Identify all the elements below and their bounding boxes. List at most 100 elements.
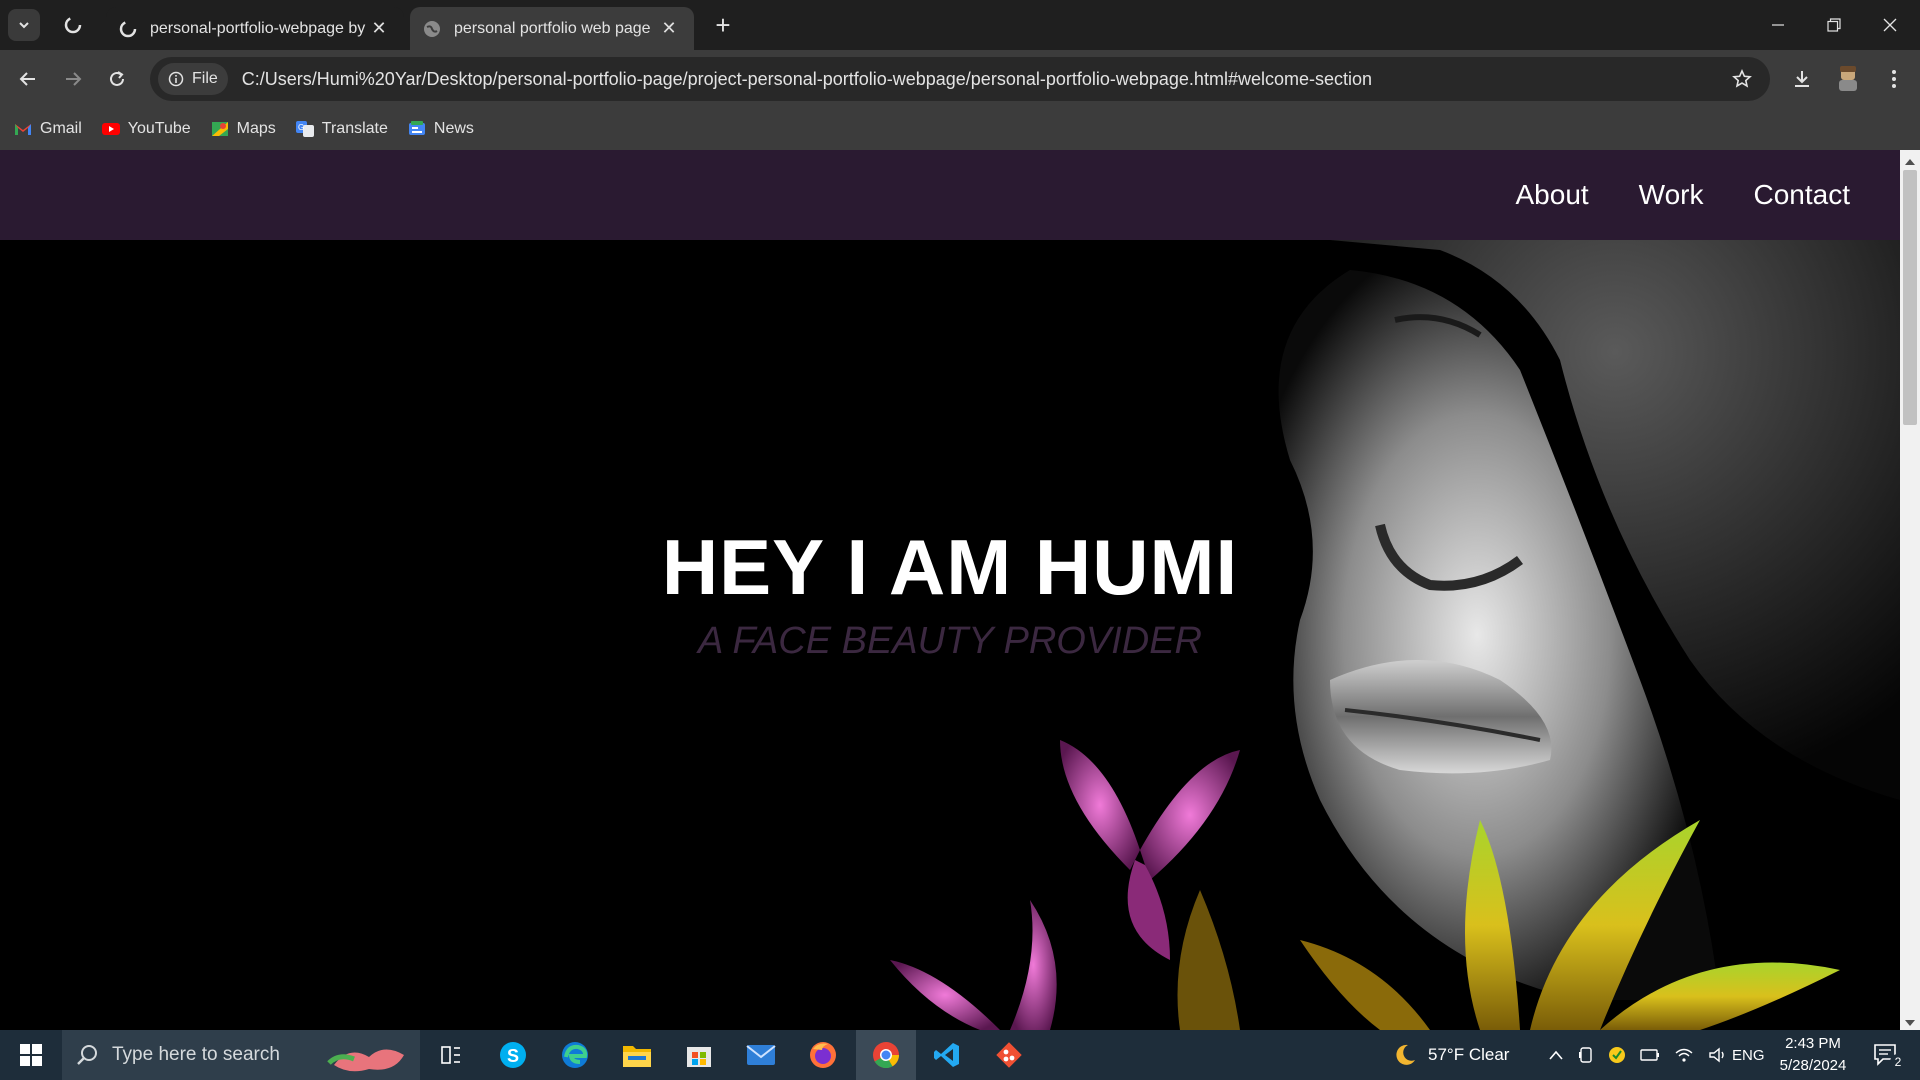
loading-favicon-icon	[119, 20, 137, 37]
tab-portfolio-webpage[interactable]: personal portfolio web page ✕	[410, 7, 694, 50]
reload-icon	[110, 71, 124, 86]
site-navbar: About Work Contact	[0, 150, 1900, 240]
hero-title: HEY I AM HUMI	[661, 523, 1239, 611]
tab-search-button[interactable]	[8, 9, 40, 41]
scroll-up-icon[interactable]	[1904, 154, 1916, 165]
url-text[interactable]: C:/Users/Humi%20Yar/Desktop/personal-por…	[242, 69, 1732, 90]
nav-link-about[interactable]: About	[1516, 179, 1589, 211]
clock[interactable]: 2:43 PM 5/28/2024	[1774, 1032, 1852, 1078]
close-window-button[interactable]	[1862, 0, 1918, 50]
bookmark-label: YouTube	[127, 120, 191, 137]
bookmark-maps[interactable]: Maps	[211, 120, 276, 138]
volume-icon[interactable]	[1708, 1047, 1728, 1063]
restore-button[interactable]	[1806, 0, 1862, 50]
taskbar-git-app[interactable]	[986, 1036, 1032, 1074]
task-view-icon	[441, 1046, 460, 1064]
gmail-icon	[15, 124, 31, 135]
norton-icon[interactable]	[1608, 1046, 1626, 1064]
weather-widget[interactable]: 57°F Clear	[1392, 1030, 1509, 1080]
profile-avatar[interactable]	[1836, 65, 1860, 91]
scrollbar-thumb[interactable]	[1903, 170, 1917, 425]
star-icon	[1732, 69, 1752, 88]
minimize-button[interactable]	[1750, 0, 1806, 50]
taskbar-firefox[interactable]	[800, 1036, 846, 1074]
bookmark-label: Maps	[236, 120, 276, 137]
battery-icon[interactable]	[1640, 1047, 1660, 1063]
notifications-button[interactable]: 2	[1866, 1036, 1906, 1074]
svg-text:S: S	[507, 1046, 519, 1066]
more-vertical-icon	[1892, 70, 1896, 88]
new-tab-button[interactable]: +	[708, 10, 738, 40]
chrome-icon	[873, 1042, 900, 1069]
butterfly-lower	[890, 900, 1057, 1030]
tray-icons	[1548, 1030, 1728, 1080]
address-bar[interactable]: File C:/Users/Humi%20Yar/Desktop/persona…	[150, 57, 1770, 101]
task-view-button[interactable]	[428, 1036, 474, 1074]
taskbar-edge[interactable]	[552, 1036, 598, 1074]
vscode-icon	[934, 1043, 959, 1067]
globe-icon	[424, 20, 440, 37]
bookmark-gmail[interactable]: Gmail	[14, 120, 82, 138]
bookmarks-bar: Gmail YouTube Maps G Translate News	[0, 108, 1920, 150]
search-icon	[77, 1045, 97, 1065]
wifi-icon[interactable]	[1674, 1047, 1694, 1063]
back-button[interactable]	[10, 62, 46, 96]
tab-title: personal-portfolio-webpage by	[150, 19, 366, 37]
close-icon	[1883, 18, 1897, 32]
windows-logo-icon	[20, 1044, 42, 1066]
news-icon	[408, 121, 425, 135]
nav-link-contact[interactable]: Contact	[1754, 179, 1851, 211]
restore-icon	[1827, 18, 1841, 32]
site-info-chip[interactable]: File	[158, 63, 228, 95]
mail-icon	[746, 1045, 776, 1065]
forward-button[interactable]	[55, 62, 91, 96]
taskbar-vscode[interactable]	[924, 1036, 970, 1074]
language-indicator[interactable]: ENG	[1732, 1030, 1765, 1080]
taskbar-store[interactable]	[676, 1036, 722, 1074]
device-icon[interactable]	[1578, 1046, 1594, 1064]
search-placeholder: Type here to search	[112, 1044, 280, 1065]
downloads-button[interactable]	[1784, 62, 1820, 96]
arrow-right-icon	[66, 72, 82, 86]
taskbar-file-explorer[interactable]	[614, 1036, 660, 1074]
bookmark-translate[interactable]: G Translate	[295, 120, 388, 138]
search-highlight-icon	[327, 1049, 404, 1072]
maps-icon	[211, 122, 228, 136]
youtube-icon	[101, 123, 120, 135]
taskbar-search-box[interactable]: Type here to search	[62, 1030, 420, 1080]
pinned-tab[interactable]	[58, 12, 88, 38]
bookmark-label: News	[433, 120, 474, 137]
download-icon	[1795, 71, 1809, 87]
bookmark-news[interactable]: News	[408, 120, 474, 138]
arrow-left-icon	[19, 72, 35, 86]
minimize-icon	[1772, 24, 1784, 26]
start-button[interactable]	[10, 1036, 52, 1074]
nav-link-work[interactable]: Work	[1639, 179, 1704, 211]
bookmark-youtube[interactable]: YouTube	[101, 120, 191, 138]
browser-menu-button[interactable]	[1876, 62, 1912, 96]
tab-title: personal portfolio web page	[454, 19, 651, 37]
git-app-icon	[996, 1042, 1022, 1068]
chevron-down-icon	[19, 22, 29, 29]
page-viewport: About Work Contact HEY I AM HUMI A FACE …	[0, 150, 1900, 1030]
tab-portfolio-codepen[interactable]: personal-portfolio-webpage by ✕	[106, 7, 404, 50]
translate-icon: G	[295, 121, 314, 137]
bookmark-star-button[interactable]	[1732, 69, 1752, 89]
firefox-icon	[810, 1042, 836, 1068]
scroll-down-icon[interactable]	[1904, 1015, 1916, 1026]
chevron-up-icon[interactable]	[1548, 1049, 1564, 1061]
close-tab-icon[interactable]: ✕	[658, 18, 680, 39]
taskbar-skype[interactable]: S	[490, 1036, 536, 1074]
svg-text:G: G	[298, 123, 304, 132]
folder-icon	[623, 1046, 651, 1067]
close-tab-icon[interactable]: ✕	[368, 18, 390, 39]
reload-button[interactable]	[99, 62, 135, 96]
taskbar-mail[interactable]	[738, 1036, 784, 1074]
moon-icon	[1396, 1044, 1415, 1065]
clock-time: 2:43 PM	[1785, 1035, 1841, 1052]
weather-text: 57°F Clear	[1428, 1045, 1510, 1064]
taskbar-chrome-active[interactable]	[856, 1030, 916, 1080]
notification-count-badge: 2	[1890, 1054, 1906, 1070]
bookmark-label: Translate	[321, 120, 388, 137]
info-icon	[168, 71, 184, 87]
